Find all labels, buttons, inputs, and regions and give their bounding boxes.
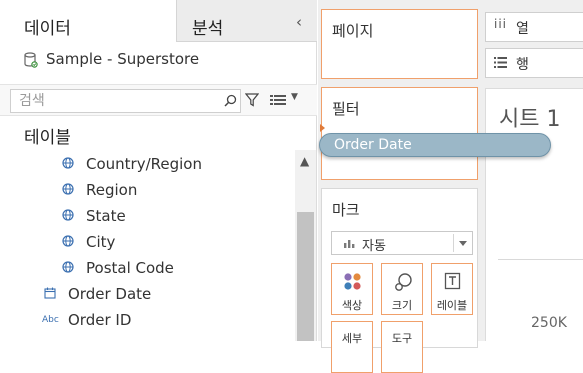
field-name: City bbox=[86, 233, 116, 251]
rows-shelf-label: 행 bbox=[516, 57, 529, 73]
tooltip-button-label: 도구 bbox=[391, 332, 413, 345]
mark-type-dropdown[interactable]: 자동 bbox=[331, 231, 473, 255]
field-tree: 테이블 Country/Region Region State City Pos… bbox=[0, 117, 295, 341]
tab-data[interactable]: 데이터 bbox=[0, 0, 176, 42]
scroll-up-icon[interactable]: ▲ bbox=[300, 154, 309, 168]
detail-button-label: 세부 bbox=[341, 332, 363, 345]
chevron-down-icon[interactable] bbox=[453, 234, 473, 252]
calendar-icon bbox=[44, 287, 56, 299]
data-source-name: Sample - Superstore bbox=[46, 50, 200, 68]
globe-icon bbox=[62, 209, 74, 221]
field-name: Country/Region bbox=[86, 155, 202, 173]
abc-icon: Abc bbox=[42, 315, 59, 325]
detail-button[interactable]: 세부 bbox=[331, 321, 373, 373]
database-icon bbox=[24, 52, 38, 68]
mark-type-value: 자동 bbox=[362, 239, 386, 254]
globe-icon bbox=[62, 261, 74, 273]
data-pane: 데이터 분석 ‹ Sample - Superstore 검색 ▼ 테이블 Co… bbox=[0, 0, 317, 341]
dragged-field-pill[interactable]: Order Date bbox=[319, 133, 551, 157]
field-name: Region bbox=[86, 181, 138, 199]
columns-shelf-label: 열 bbox=[516, 21, 529, 37]
scrollbar-thumb[interactable] bbox=[297, 212, 314, 341]
label-button[interactable]: 레이블 bbox=[431, 263, 473, 315]
size-button[interactable]: 크기 bbox=[381, 263, 423, 315]
shelves-pane: 페이지 필터 마크 자동 색상 크기 레이블 세부 도구 bbox=[318, 0, 483, 373]
tables-section-title: 테이블 bbox=[24, 128, 71, 148]
rows-icon bbox=[494, 57, 507, 68]
size-icon bbox=[395, 273, 412, 291]
sheet-title[interactable]: 시트 1 bbox=[499, 101, 560, 133]
search-row: ▼ bbox=[0, 84, 317, 116]
label-button-label: 레이블 bbox=[436, 299, 468, 312]
columns-shelf[interactable]: iii 열 bbox=[485, 12, 583, 42]
field-name: State bbox=[86, 207, 126, 225]
tab-data-label: 데이터 bbox=[24, 19, 71, 39]
field-name: Order ID bbox=[68, 311, 132, 329]
globe-icon bbox=[62, 157, 74, 169]
list-view-icon[interactable] bbox=[270, 95, 286, 107]
filters-shelf-title: 필터 bbox=[332, 100, 360, 118]
view-area: iii 열 행 시트 1 250K bbox=[483, 0, 583, 341]
dragged-field-pill-label: Order Date bbox=[334, 137, 412, 153]
view-options-chevron-down-icon[interactable]: ▼ bbox=[291, 92, 298, 102]
columns-icon: iii bbox=[494, 17, 508, 31]
tab-analysis[interactable]: 분석 ‹ bbox=[176, 0, 317, 42]
field-name: Postal Code bbox=[86, 259, 174, 277]
pages-shelf-title: 페이지 bbox=[332, 22, 374, 40]
tooltip-button[interactable]: 도구 bbox=[381, 321, 423, 373]
search-box bbox=[10, 89, 241, 113]
pages-shelf[interactable]: 페이지 bbox=[321, 9, 478, 79]
marks-card: 마크 자동 색상 크기 레이블 세부 도구 bbox=[321, 188, 478, 373]
field-name: Order Date bbox=[68, 285, 152, 303]
worksheet-canvas[interactable]: 시트 1 250K bbox=[485, 88, 583, 341]
rows-shelf[interactable]: 행 bbox=[485, 48, 583, 78]
label-icon bbox=[444, 272, 461, 290]
color-icon bbox=[344, 273, 361, 290]
axis-gridline bbox=[498, 259, 583, 260]
color-button-label: 색상 bbox=[341, 299, 363, 312]
marks-card-title: 마크 bbox=[332, 201, 360, 219]
drop-indicator bbox=[320, 124, 325, 132]
collapse-pane-icon[interactable]: ‹ bbox=[296, 13, 302, 31]
filter-icon[interactable] bbox=[245, 93, 259, 107]
size-button-label: 크기 bbox=[391, 299, 413, 312]
search-input[interactable] bbox=[11, 90, 219, 112]
tab-analysis-label: 분석 bbox=[192, 19, 224, 39]
globe-icon bbox=[62, 183, 74, 195]
search-icon[interactable] bbox=[224, 94, 237, 107]
field-list-scrollbar[interactable]: ▲ bbox=[295, 150, 316, 341]
bar-chart-icon bbox=[344, 240, 355, 248]
color-button[interactable]: 색상 bbox=[331, 263, 373, 315]
pane-tabs: 데이터 분석 ‹ bbox=[0, 0, 317, 42]
axis-tick-label: 250K bbox=[531, 315, 567, 331]
globe-icon bbox=[62, 235, 74, 247]
